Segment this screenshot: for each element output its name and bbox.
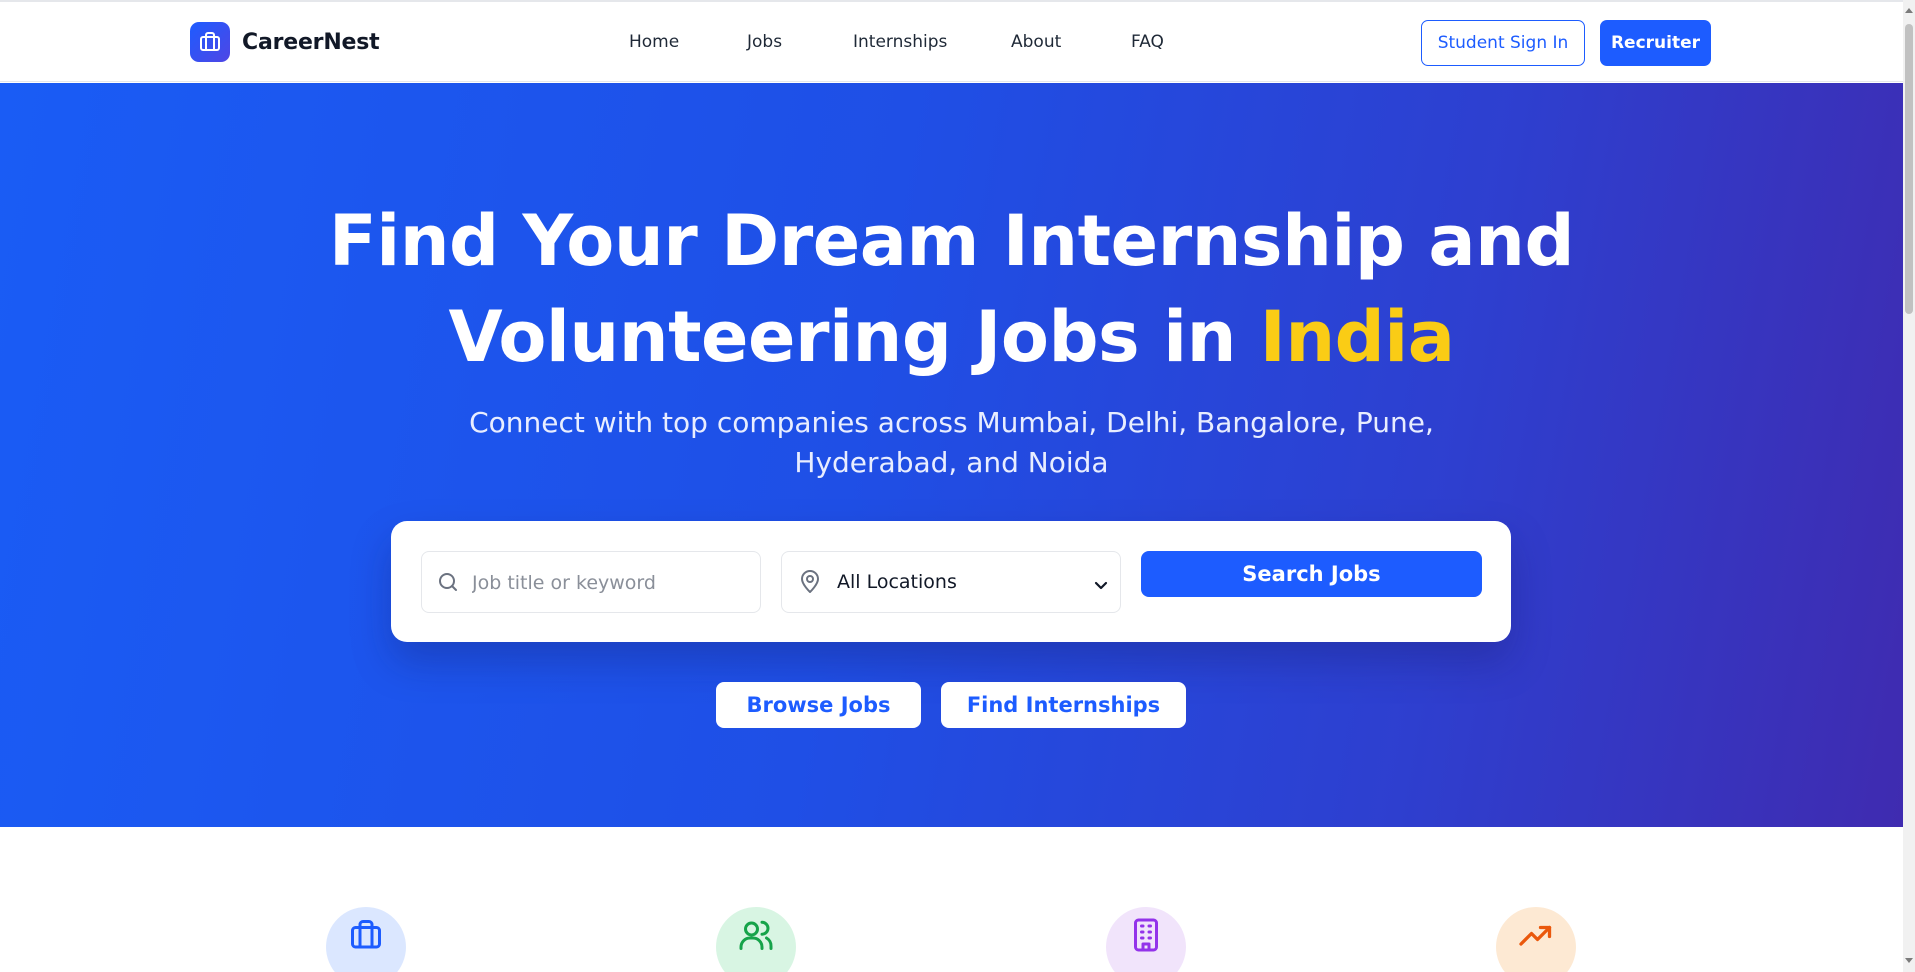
navbar: CareerNest Home Jobs Internships About F…	[0, 2, 1903, 82]
chevron-down-icon	[1094, 576, 1108, 595]
keyword-search-field[interactable]	[421, 551, 761, 613]
nav-faq[interactable]: FAQ	[1131, 32, 1164, 52]
nav-jobs[interactable]: Jobs	[747, 32, 782, 52]
location-select[interactable]: All Locations	[781, 551, 1121, 613]
hero-title-line1: Find Your Dream Internship and	[328, 200, 1575, 282]
feature-jobs-icon-circle	[326, 907, 406, 972]
nav-home[interactable]: Home	[629, 32, 679, 52]
scroll-up-arrow-icon[interactable]	[1905, 8, 1913, 13]
scrollbar-thumb[interactable]	[1905, 24, 1913, 314]
users-icon	[738, 920, 774, 957]
hero-title-accent: India	[1259, 296, 1455, 378]
find-internships-button[interactable]: Find Internships	[941, 682, 1186, 728]
page-scrollbar[interactable]	[1903, 0, 1915, 972]
trending-up-icon	[1518, 925, 1554, 957]
search-card: All Locations Search Jobs	[391, 521, 1511, 642]
hero-title-line2: Volunteering Jobs in	[448, 296, 1260, 378]
feature-companies-icon-circle	[1106, 907, 1186, 972]
feature-growth-icon-circle	[1496, 907, 1576, 972]
search-jobs-button[interactable]: Search Jobs	[1141, 551, 1482, 597]
hero-title: Find Your Dream Internship and Volunteer…	[0, 193, 1903, 385]
location-select-value: All Locations	[837, 571, 957, 593]
nav-about[interactable]: About	[1011, 32, 1061, 52]
search-icon	[436, 570, 460, 598]
keyword-search-input[interactable]	[472, 568, 752, 598]
map-pin-icon	[798, 568, 822, 598]
student-sign-in-button[interactable]: Student Sign In	[1421, 20, 1585, 66]
hero-section: Find Your Dream Internship and Volunteer…	[0, 83, 1903, 827]
briefcase-icon	[348, 919, 384, 957]
recruiter-button[interactable]: Recruiter	[1600, 20, 1711, 66]
hero-subtitle: Connect with top companies across Mumbai…	[469, 406, 1434, 479]
building-icon	[1128, 918, 1164, 957]
scroll-down-arrow-icon[interactable]	[1905, 958, 1913, 963]
nav-internships[interactable]: Internships	[853, 32, 947, 52]
feature-users-icon-circle	[716, 907, 796, 972]
browse-jobs-button[interactable]: Browse Jobs	[716, 682, 921, 728]
